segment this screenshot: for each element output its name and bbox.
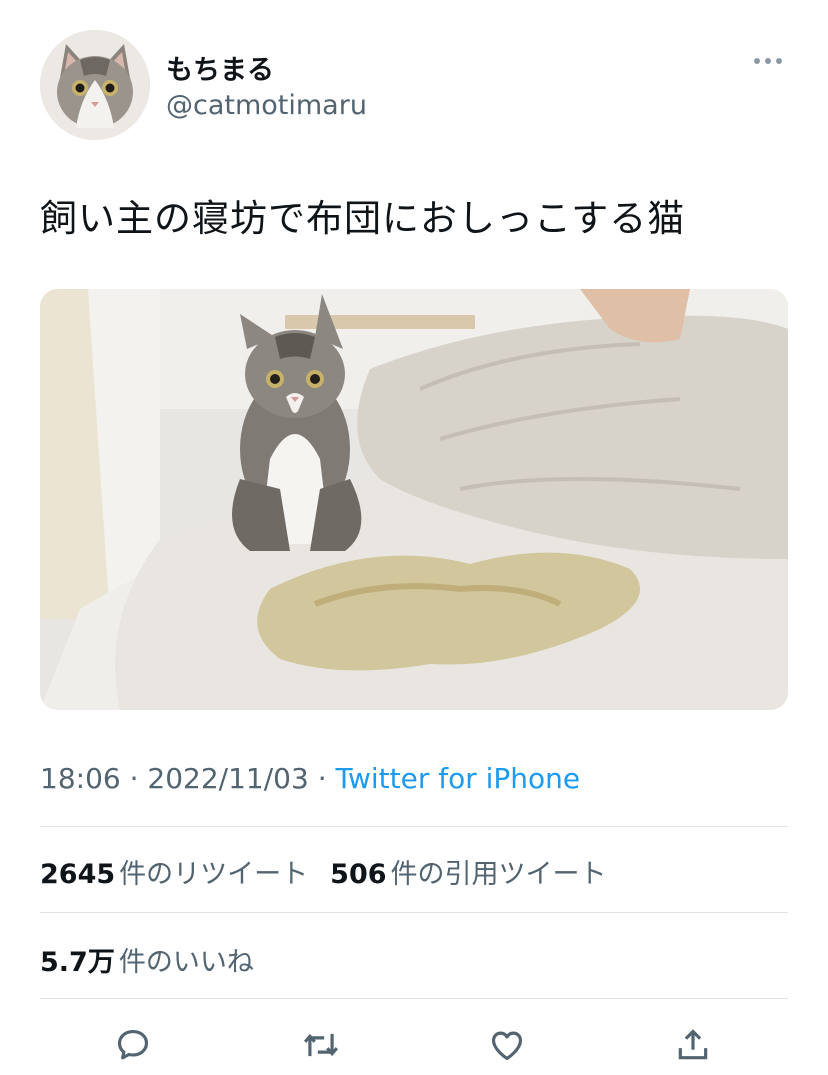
retweets-label: 件のリツイート — [119, 859, 309, 890]
like-button[interactable] — [482, 1020, 532, 1070]
quotes-stat[interactable]: 506 件の引用ツイート — [330, 859, 606, 890]
display-name[interactable]: もちまる — [166, 48, 274, 87]
user-handle[interactable]: @catmotimaru — [166, 90, 367, 121]
tweet-photo[interactable] — [40, 289, 788, 710]
cat-on-bed-image — [40, 289, 788, 710]
divider — [40, 912, 788, 913]
tweet-time[interactable]: 18:06 — [40, 762, 121, 795]
cat-avatar-image — [40, 30, 150, 140]
divider — [40, 826, 788, 827]
like-icon — [491, 1031, 523, 1061]
more-options-icon[interactable] — [754, 54, 784, 68]
retweet-icon — [303, 1033, 339, 1057]
meta-separator: · — [308, 762, 336, 795]
meta-separator: · — [120, 762, 148, 795]
share-icon — [678, 1029, 708, 1060]
likes-stats: 5.7万 件のいいね — [40, 940, 254, 979]
retweet-quote-stats: 2645 件のリツイート 506 件の引用ツイート — [40, 852, 607, 891]
likes-stat[interactable]: 5.7万 件のいいね — [40, 947, 254, 978]
share-button[interactable] — [668, 1020, 718, 1070]
tweet-meta: 18:06 · 2022/11/03 · Twitter for iPhone — [40, 762, 580, 795]
tweet-header: もちまる @catmotimaru — [40, 30, 788, 140]
tweet-date[interactable]: 2022/11/03 — [147, 762, 308, 795]
tweet-source-link[interactable]: Twitter for iPhone — [336, 762, 581, 795]
likes-count: 5.7万 — [40, 947, 115, 978]
likes-label: 件のいいね — [118, 947, 254, 978]
action-bar — [40, 1020, 788, 1070]
quotes-label: 件の引用ツイート — [390, 859, 607, 890]
avatar[interactable] — [40, 30, 150, 140]
tweet-text: 飼い主の寝坊で布団におしっこする猫 — [40, 197, 686, 240]
divider — [40, 998, 788, 999]
reply-button[interactable] — [108, 1020, 158, 1070]
retweets-stat[interactable]: 2645 件のリツイート — [40, 859, 308, 890]
retweet-button[interactable] — [296, 1020, 346, 1070]
quotes-count: 506 — [330, 859, 387, 890]
reply-icon — [117, 1029, 149, 1060]
retweets-count: 2645 — [40, 859, 116, 890]
